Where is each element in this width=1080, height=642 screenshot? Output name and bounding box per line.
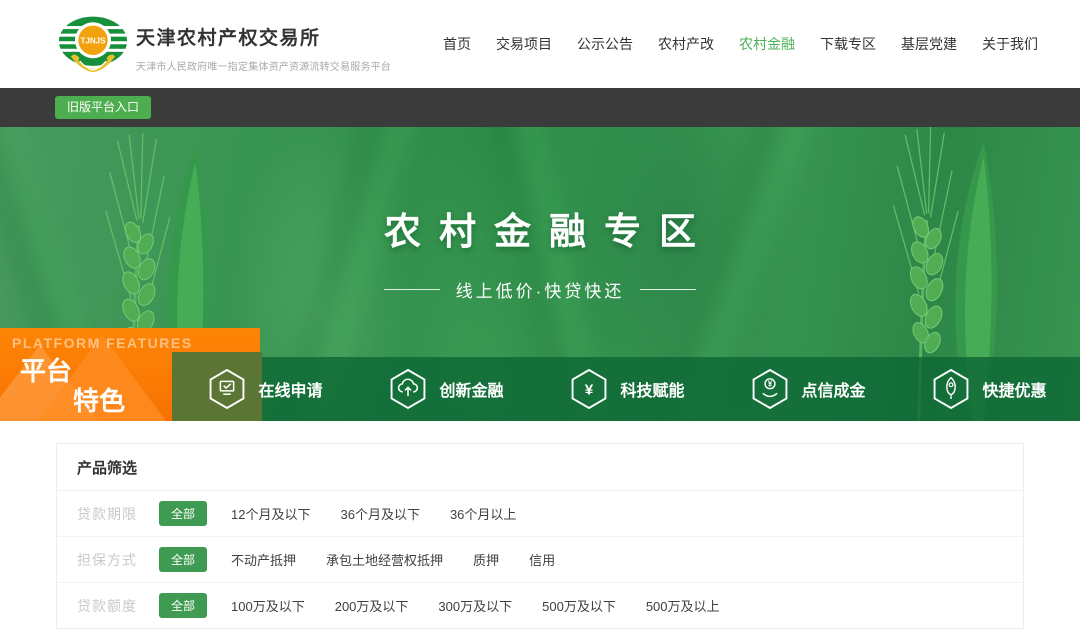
nav-item-3[interactable]: 公示公告 xyxy=(577,34,633,54)
feature-item-3[interactable]: ¥ 科技赋能 xyxy=(537,357,718,421)
filter-option-3-4[interactable]: 500万及以下 xyxy=(542,596,616,615)
filter-all-badge[interactable]: 全部 xyxy=(159,501,207,526)
filter-card-title: 产品筛选 xyxy=(57,444,1023,491)
site-header: TJNJS 天津农村产权交易所 天津市人民政府唯一指定集体资产资源流转交易服务平… xyxy=(0,0,1080,88)
filter-option-2-3[interactable]: 质押 xyxy=(473,550,499,569)
subtitle-right-line xyxy=(640,289,696,290)
filter-option-3-1[interactable]: 100万及以下 xyxy=(231,596,305,615)
filter-row-2: 担保方式全部 不动产抵押 承包土地经营权抵押 质押 信用 xyxy=(57,536,1023,582)
nav-item-1[interactable]: 首页 xyxy=(443,34,471,54)
filter-option-3-5[interactable]: 500万及以上 xyxy=(646,596,720,615)
feature-items-row: 在线申请 创新金融 ¥ 科技赋能 ¥ 点信成金 快捷优惠 xyxy=(175,357,1080,421)
cloud-upload-icon xyxy=(389,368,427,410)
filter-rows: 贷款期限全部12个月及以下36个月及以下36个月以上担保方式全部不动产抵押承包土… xyxy=(57,491,1023,628)
filter-row-label: 贷款期限 xyxy=(77,504,141,524)
feature-item-label: 科技赋能 xyxy=(620,377,684,401)
hero-title: 农村金融专区 xyxy=(0,201,1080,255)
features-label-zh: 特色 xyxy=(73,381,125,418)
filter-options: 12个月及以下 36个月及以下 36个月以上 xyxy=(231,504,516,523)
feature-item-label: 点信成金 xyxy=(801,377,865,401)
filter-row-label: 贷款额度 xyxy=(77,596,141,616)
filter-option-2-2[interactable]: 承包土地经营权抵押 xyxy=(326,550,443,569)
main-nav: 首页 交易项目 公示公告 农村产改 农村金融 下载专区 基层党建 关于我们 xyxy=(443,0,1038,88)
filter-row-3: 贷款额度全部 100万及以下 200万及以下 300万及以下 500万及以下 500万及以… xyxy=(57,582,1023,628)
logo-emblem-icon: TJNJS xyxy=(57,13,129,77)
nav-item-5[interactable]: 农村金融 xyxy=(739,34,795,54)
filter-options: 不动产抵押 承包土地经营权抵押 质押 信用 xyxy=(231,550,555,569)
svg-text:TJNJS: TJNJS xyxy=(80,37,106,46)
monitor-check-icon xyxy=(208,368,246,410)
rocket-icon xyxy=(932,368,970,410)
filter-option-3-2[interactable]: 200万及以下 xyxy=(335,596,409,615)
filter-option-2-4[interactable]: 信用 xyxy=(529,550,555,569)
nav-item-2[interactable]: 交易项目 xyxy=(496,34,552,54)
site-title: 天津农村产权交易所 xyxy=(136,23,391,50)
secondary-topbar: 旧版平台入口 xyxy=(0,88,1080,127)
filter-all-badge[interactable]: 全部 xyxy=(159,593,207,618)
filter-all-badge[interactable]: 全部 xyxy=(159,547,207,572)
platform-features-en-label: PLATFORM FEATURES xyxy=(12,335,193,351)
hero-subtitle: 线上低价·快贷快还 xyxy=(456,277,625,302)
yen-icon: ¥ xyxy=(570,368,608,410)
feature-item-4[interactable]: ¥ 点信成金 xyxy=(718,357,899,421)
hand-coin-icon: ¥ xyxy=(751,368,789,410)
nav-item-7[interactable]: 基层党建 xyxy=(901,34,957,54)
filter-options: 100万及以下 200万及以下 300万及以下 500万及以下 500万及以上 xyxy=(231,596,720,615)
feature-item-5[interactable]: 快捷优惠 xyxy=(899,357,1080,421)
filter-option-3-3[interactable]: 300万及以下 xyxy=(438,596,512,615)
filter-option-1-3[interactable]: 36个月以上 xyxy=(450,504,516,523)
filter-option-1-1[interactable]: 12个月及以下 xyxy=(231,504,310,523)
feature-item-label: 在线申请 xyxy=(258,377,322,401)
feature-item-label: 创新金融 xyxy=(439,377,503,401)
product-filter-card: 产品筛选 贷款期限全部12个月及以下36个月及以下36个月以上担保方式全部不动产… xyxy=(56,443,1024,629)
old-platform-entry-button[interactable]: 旧版平台入口 xyxy=(55,96,151,119)
nav-item-8[interactable]: 关于我们 xyxy=(982,34,1038,54)
brand-block: 天津农村产权交易所 天津市人民政府唯一指定集体资产资源流转交易服务平台 xyxy=(136,23,391,73)
filter-row-1: 贷款期限全部 12个月及以下 36个月及以下 36个月以上 xyxy=(57,491,1023,536)
hero-subtitle-row: 线上低价·快贷快还 xyxy=(0,277,1080,302)
nav-item-4[interactable]: 农村产改 xyxy=(658,34,714,54)
feature-item-label: 快捷优惠 xyxy=(982,377,1046,401)
subtitle-left-line xyxy=(384,289,440,290)
site-subtitle: 天津市人民政府唯一指定集体资产资源流转交易服务平台 xyxy=(136,58,391,73)
platform-label-zh: 平台 xyxy=(20,351,72,388)
hero-banner: 农村金融专区 线上低价·快贷快还 PLATFORM FEATURES 平台 特色… xyxy=(0,127,1080,421)
svg-text:¥: ¥ xyxy=(768,380,773,389)
filter-option-2-1[interactable]: 不动产抵押 xyxy=(231,550,296,569)
feature-item-2[interactable]: 创新金融 xyxy=(356,357,537,421)
feature-item-1[interactable]: 在线申请 xyxy=(175,357,356,421)
filter-option-1-2[interactable]: 36个月及以下 xyxy=(340,504,419,523)
filter-row-label: 担保方式 xyxy=(77,550,141,570)
svg-text:¥: ¥ xyxy=(585,382,594,399)
site-logo[interactable]: TJNJS xyxy=(57,13,129,82)
nav-item-6[interactable]: 下载专区 xyxy=(820,34,876,54)
